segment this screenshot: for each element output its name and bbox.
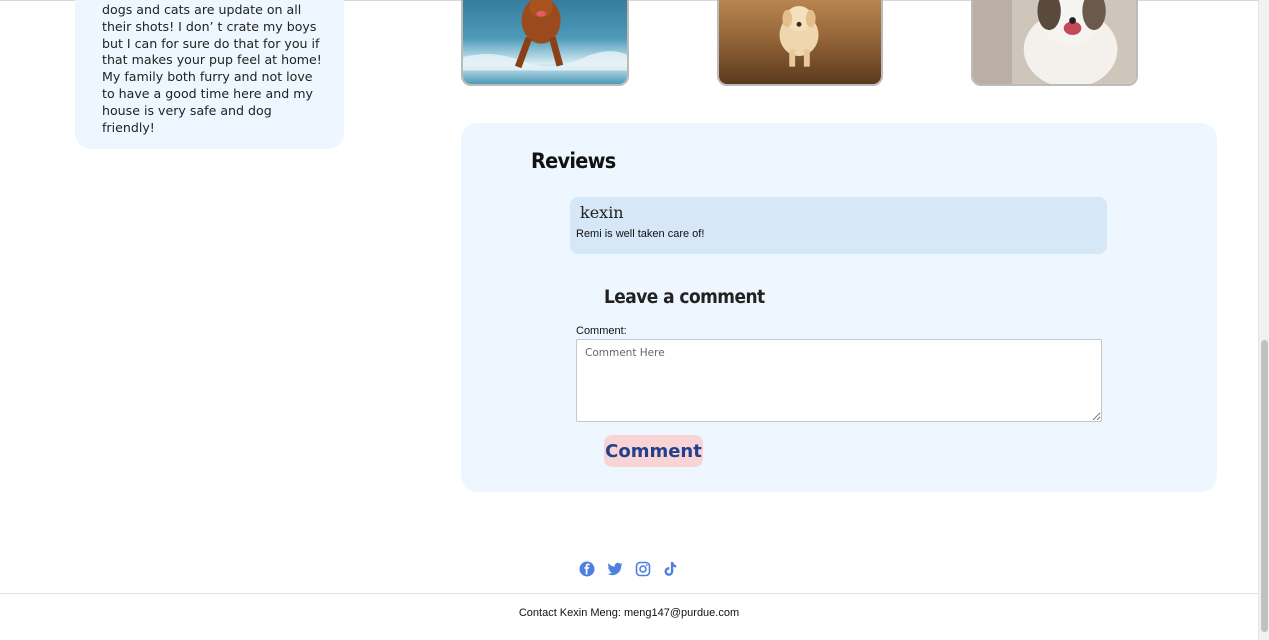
- australian-shepherd-photo: [971, 0, 1138, 86]
- scrollbar-thumb[interactable]: [1261, 340, 1268, 632]
- review-text: Remi is well taken care of!: [576, 228, 705, 240]
- leave-comment-title: Leave a comment: [604, 287, 765, 308]
- facebook-icon[interactable]: [579, 561, 595, 577]
- page-scrollbar[interactable]: [1258, 0, 1269, 640]
- twitter-icon[interactable]: [607, 561, 623, 577]
- social-links: [579, 561, 679, 577]
- footer-contact: Contact Kexin Meng: meng147@purdue.com: [518, 607, 740, 619]
- footer-divider: [0, 593, 1258, 594]
- reviews-panel: Reviews kexin Remi is well taken care of…: [461, 123, 1217, 492]
- tiktok-icon[interactable]: [663, 561, 679, 577]
- comment-label: Comment:: [576, 325, 627, 337]
- instagram-icon[interactable]: [635, 561, 651, 577]
- review-author: kexin: [580, 203, 624, 222]
- host-bio-card: dogs and cats are update on all their sh…: [75, 0, 344, 149]
- dog-on-beach-photo: [461, 0, 629, 86]
- host-bio-text: dogs and cats are update on all their sh…: [102, 2, 322, 135]
- comment-submit-button[interactable]: Comment: [604, 435, 703, 467]
- golden-retriever-puppy-photo: [717, 0, 883, 86]
- comment-input[interactable]: [576, 339, 1102, 422]
- reviews-title: Reviews: [531, 149, 616, 173]
- review-card: kexin Remi is well taken care of!: [570, 197, 1107, 254]
